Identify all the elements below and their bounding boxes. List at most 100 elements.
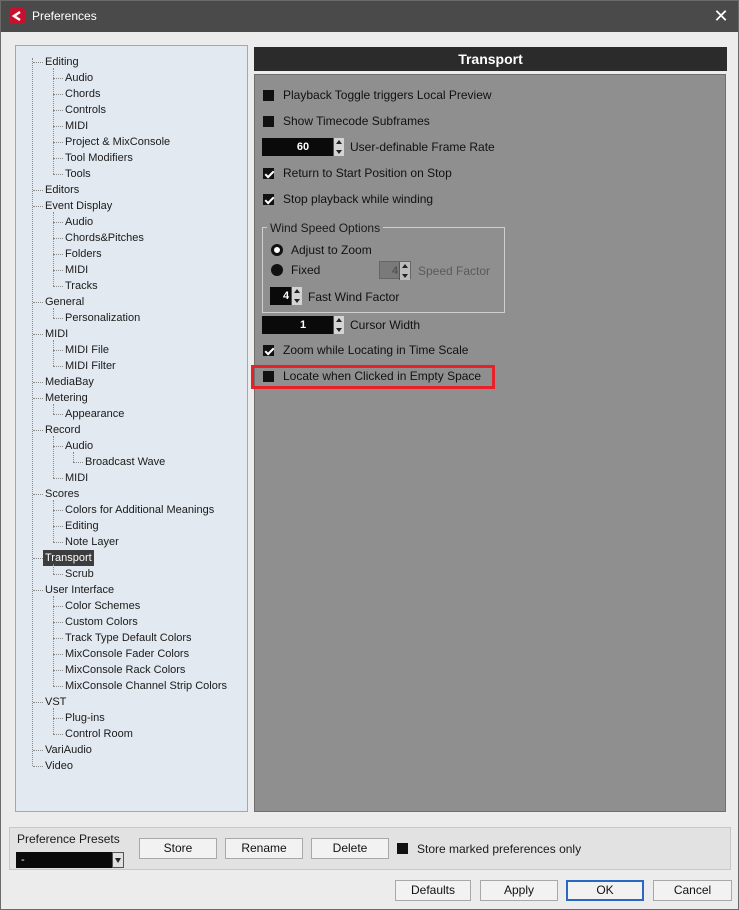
speed-factor-stepper[interactable]: 4 xyxy=(379,261,411,280)
frame-rate-arrows[interactable] xyxy=(333,138,344,156)
tree-item[interactable]: Record xyxy=(45,422,80,438)
window-title: Preferences xyxy=(32,9,97,23)
tree-connector xyxy=(33,206,43,207)
defaults-button[interactable]: Defaults xyxy=(395,880,471,901)
tree-connector xyxy=(33,702,43,703)
presets-dropdown[interactable]: - xyxy=(16,852,124,868)
tree-item[interactable]: Editors xyxy=(45,182,79,198)
frame-rate-stepper[interactable]: 60 xyxy=(262,138,344,156)
tree-connector xyxy=(53,286,63,287)
tree-item[interactable]: MIDI File xyxy=(65,342,109,358)
tree-item[interactable]: Colors for Additional Meanings xyxy=(65,502,214,518)
tree-item[interactable]: MediaBay xyxy=(45,374,94,390)
tree-connector xyxy=(33,590,43,591)
tree-item[interactable]: Audio xyxy=(65,70,93,86)
cancel-button[interactable]: Cancel xyxy=(653,880,732,901)
tree-item[interactable]: Scores xyxy=(45,486,79,502)
timecode-subframes-checkbox[interactable] xyxy=(263,116,274,127)
tree-item[interactable]: VariAudio xyxy=(45,742,92,758)
tree-item[interactable]: MIDI xyxy=(65,118,88,134)
tree-connector xyxy=(53,142,63,143)
tree-item[interactable]: MIDI xyxy=(65,262,88,278)
fixed-radio[interactable] xyxy=(271,264,283,276)
frame-rate-value: 60 xyxy=(296,141,310,153)
stop-winding-checkbox[interactable] xyxy=(263,194,274,205)
tree-item[interactable]: Video xyxy=(45,758,73,774)
wind-speed-title: Wind Speed Options xyxy=(267,221,384,235)
highlight-annotation xyxy=(251,365,495,389)
ok-button[interactable]: OK xyxy=(566,880,644,901)
tree-connector xyxy=(53,158,63,159)
tree-item[interactable]: Appearance xyxy=(65,406,124,422)
tree-item[interactable]: MIDI Filter xyxy=(65,358,116,374)
tree-connector xyxy=(33,334,43,335)
tree-item[interactable]: Personalization xyxy=(65,310,140,326)
tree-item[interactable]: Folders xyxy=(65,246,102,262)
tree-item[interactable]: Project & MixConsole xyxy=(65,134,170,150)
cursor-width-arrows[interactable] xyxy=(333,316,344,334)
tree-item[interactable]: Track Type Default Colors xyxy=(65,630,192,646)
tree-item[interactable]: Chords xyxy=(65,86,100,102)
store-marked-checkbox[interactable] xyxy=(397,843,408,854)
stop-winding-label: Stop playback while winding xyxy=(283,192,434,206)
tree-item[interactable]: MixConsole Channel Strip Colors xyxy=(65,678,227,694)
zoom-locating-checkbox[interactable] xyxy=(263,345,274,356)
tree-item[interactable]: Event Display xyxy=(45,198,112,214)
tree-item[interactable]: VST xyxy=(45,694,66,710)
tree-item[interactable]: Control Room xyxy=(65,726,133,742)
presets-label: Preference Presets xyxy=(17,832,120,846)
tree-item[interactable]: Transport xyxy=(43,550,94,566)
tree-item[interactable]: MixConsole Rack Colors xyxy=(65,662,185,678)
category-tree[interactable]: Editing Audio Chords Controls MIDI Project & … xyxy=(15,45,248,812)
title-bar[interactable]: Preferences ✕ xyxy=(1,1,738,32)
fast-wind-stepper[interactable]: 4 xyxy=(270,287,302,305)
tree-item[interactable]: User Interface xyxy=(45,582,114,598)
tree-item[interactable]: Metering xyxy=(45,390,88,406)
tree-item[interactable]: Tracks xyxy=(65,278,98,294)
tree-connector xyxy=(33,558,43,559)
return-to-start-checkbox[interactable] xyxy=(263,168,274,179)
tree-item[interactable]: General xyxy=(45,294,84,310)
tree-connector xyxy=(53,622,63,623)
tree-item[interactable]: Audio xyxy=(65,214,93,230)
tree-item[interactable]: Color Schemes xyxy=(65,598,140,614)
apply-button[interactable]: Apply xyxy=(480,880,558,901)
fast-wind-arrows[interactable] xyxy=(291,287,302,305)
tree-item[interactable]: Plug-ins xyxy=(65,710,105,726)
close-icon[interactable]: ✕ xyxy=(708,4,734,28)
rename-button[interactable]: Rename xyxy=(225,838,303,859)
tree-item[interactable]: Editing xyxy=(45,54,79,70)
cursor-width-stepper[interactable]: 1 xyxy=(262,316,344,334)
store-button[interactable]: Store xyxy=(139,838,217,859)
tree-item[interactable]: MixConsole Fader Colors xyxy=(65,646,189,662)
speed-factor-arrows[interactable] xyxy=(399,262,410,280)
tree-connector xyxy=(53,510,63,511)
tree-item[interactable]: MIDI xyxy=(45,326,68,342)
fast-wind-label: Fast Wind Factor xyxy=(308,290,400,304)
tree-connector xyxy=(53,708,54,734)
page-title: Transport xyxy=(254,47,727,71)
adjust-to-zoom-label: Adjust to Zoom xyxy=(291,243,372,257)
tree-item[interactable]: Scrub xyxy=(65,566,94,582)
chevron-down-icon[interactable] xyxy=(112,852,124,868)
tree-item[interactable]: MIDI xyxy=(65,470,88,486)
tree-connector xyxy=(33,766,43,767)
tree-item[interactable]: Chords&Pitches xyxy=(65,230,144,246)
tree-connector xyxy=(53,638,63,639)
playback-toggle-checkbox[interactable] xyxy=(263,90,274,101)
transport-settings-panel xyxy=(254,74,726,812)
adjust-to-zoom-radio[interactable] xyxy=(271,244,283,256)
delete-button[interactable]: Delete xyxy=(311,838,389,859)
tree-item[interactable]: Tools xyxy=(65,166,91,182)
tree-item[interactable]: Editing xyxy=(65,518,99,534)
tree-item[interactable]: Tool Modifiers xyxy=(65,150,133,166)
tree-connector xyxy=(32,58,33,766)
tree-connector xyxy=(53,436,54,478)
tree-item[interactable]: Note Layer xyxy=(65,534,119,550)
tree-item[interactable]: Audio xyxy=(65,438,93,454)
tree-item[interactable]: Controls xyxy=(65,102,106,118)
tree-connector xyxy=(53,110,63,111)
tree-connector xyxy=(53,718,63,719)
tree-item[interactable]: Custom Colors xyxy=(65,614,138,630)
tree-item[interactable]: Broadcast Wave xyxy=(85,454,165,470)
